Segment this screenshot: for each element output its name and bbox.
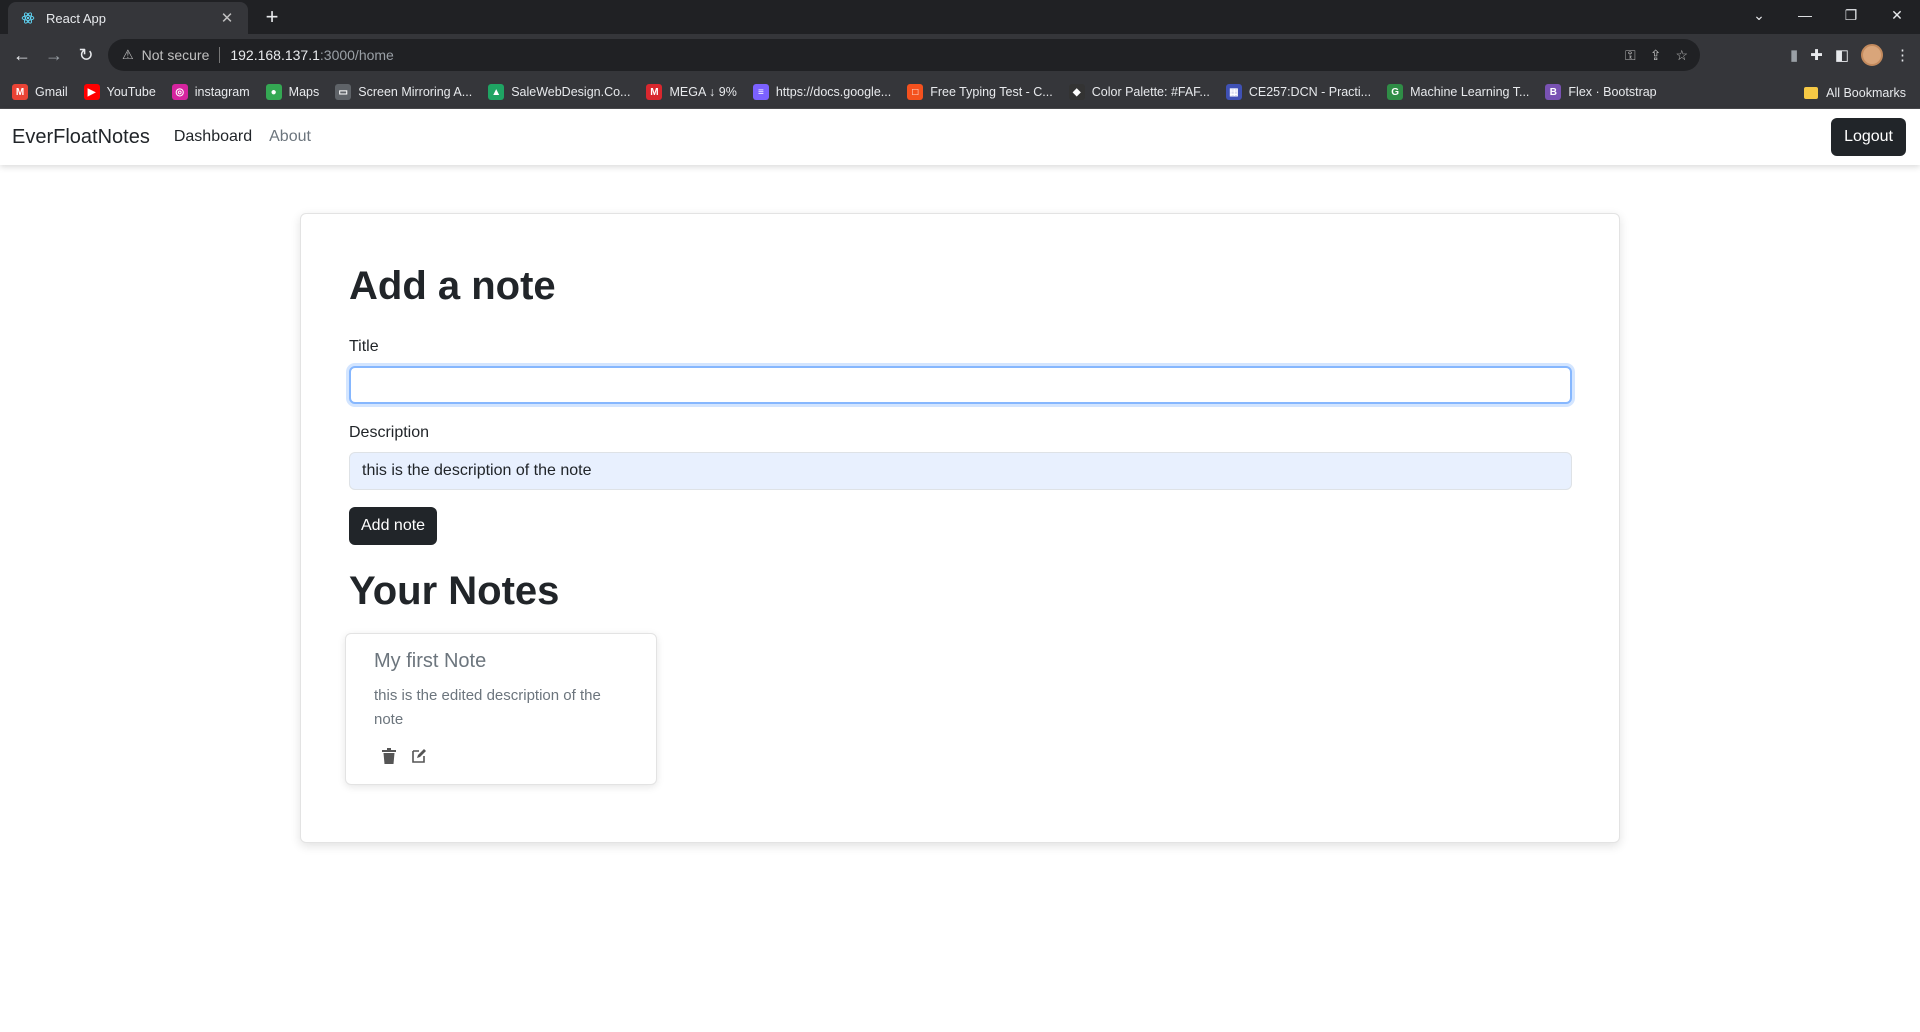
bookmark-label: MEGA ↓ 9% bbox=[669, 85, 737, 99]
extension-pin-icon[interactable]: ▮ bbox=[1790, 46, 1798, 64]
password-key-icon[interactable]: ⚿ bbox=[1625, 47, 1636, 64]
color-palette-icon: ◆ bbox=[1068, 84, 1085, 100]
profile-avatar[interactable] bbox=[1861, 44, 1883, 66]
nav-link-dashboard[interactable]: Dashboard bbox=[174, 128, 252, 146]
brand-logo[interactable]: EverFloatNotes bbox=[12, 126, 150, 149]
geeksforgeeks-icon: G bbox=[1387, 84, 1404, 100]
title-label: Title bbox=[349, 338, 379, 355]
google-drive-icon: ▲ bbox=[488, 84, 505, 100]
bookmark-item[interactable]: ▶ YouTube bbox=[83, 84, 156, 100]
bookmark-label: SaleWebDesign.Co... bbox=[511, 85, 631, 99]
close-window-icon[interactable]: ✕ bbox=[1874, 0, 1920, 30]
bookmark-item[interactable]: ◎ instagram bbox=[171, 84, 250, 100]
tab-title: React App bbox=[46, 10, 106, 26]
url-path: :3000/home bbox=[319, 47, 394, 63]
instagram-icon: ◎ bbox=[171, 84, 188, 100]
edit-icon[interactable] bbox=[410, 747, 428, 765]
description-label: Description bbox=[349, 424, 430, 441]
logout-button[interactable]: Logout bbox=[1831, 118, 1906, 156]
youtube-icon: ▶ bbox=[83, 84, 100, 100]
back-icon[interactable]: ← bbox=[8, 42, 36, 68]
bookmark-label: Maps bbox=[288, 85, 320, 99]
bookmark-label: YouTube bbox=[106, 85, 156, 99]
bookmark-item[interactable]: □ Free Typing Test - C... bbox=[907, 84, 1053, 100]
description-input[interactable]: this is the description of the note bbox=[349, 452, 1572, 490]
bookmark-item[interactable]: ● Maps bbox=[265, 84, 320, 100]
gmail-icon: M bbox=[12, 84, 28, 100]
note-title: My first Note bbox=[374, 650, 487, 672]
bootstrap-icon: B bbox=[1545, 84, 1562, 100]
bookmark-star-icon[interactable]: ☆ bbox=[1675, 47, 1688, 64]
browser-menu-icon[interactable]: ⋮ bbox=[1895, 46, 1910, 64]
bookmark-item[interactable]: ≡ https://docs.google... bbox=[752, 84, 892, 100]
bookmark-label: https://docs.google... bbox=[775, 85, 892, 99]
bookmark-label: Free Typing Test - C... bbox=[930, 85, 1053, 99]
extensions-puzzle-icon[interactable]: ✚ bbox=[1810, 46, 1823, 64]
your-notes-heading: Your Notes bbox=[349, 569, 560, 613]
bookmark-item[interactable]: M Gmail bbox=[12, 84, 68, 100]
bookmark-item[interactable]: G Machine Learning T... bbox=[1387, 84, 1529, 100]
bookmark-label: Color Palette: #FAF... bbox=[1091, 85, 1210, 99]
trash-icon[interactable] bbox=[380, 747, 398, 765]
warning-icon: ⚠ bbox=[122, 47, 134, 62]
bookmark-item[interactable]: ◆ Color Palette: #FAF... bbox=[1068, 84, 1210, 100]
bookmark-item[interactable]: ▲ SaleWebDesign.Co... bbox=[488, 84, 630, 100]
add-note-button[interactable]: Add note bbox=[349, 507, 438, 545]
folder-icon bbox=[1804, 86, 1819, 99]
minimize-icon[interactable]: — bbox=[1782, 0, 1828, 30]
typing-test-icon: □ bbox=[907, 84, 924, 100]
bookmark-item[interactable]: B Flex · Bootstrap bbox=[1545, 84, 1657, 100]
restore-icon[interactable]: ❐ bbox=[1828, 0, 1874, 30]
browser-tab-strip: React App ✕ + ⌄ — ❐ ✕ bbox=[0, 0, 1920, 34]
bookmark-item[interactable]: ▦ CE257:DCN - Practi... bbox=[1225, 84, 1372, 100]
bookmark-label: instagram bbox=[194, 85, 250, 99]
google-docs-icon: ≡ bbox=[752, 84, 769, 100]
omnibox-divider bbox=[219, 47, 221, 63]
nav-link-about[interactable]: About bbox=[269, 128, 311, 146]
close-tab-icon[interactable]: ✕ bbox=[218, 9, 236, 27]
browser-tab[interactable]: React App ✕ bbox=[8, 2, 248, 34]
all-bookmarks-label: All Bookmarks bbox=[1826, 85, 1906, 100]
bookmark-item[interactable]: M MEGA ↓ 9% bbox=[646, 84, 737, 100]
bookmark-label: CE257:DCN - Practi... bbox=[1248, 85, 1372, 99]
address-bar[interactable]: ⚠ Not secure 192.168.137.1 :3000/home ⚿ … bbox=[108, 39, 1700, 71]
react-icon bbox=[20, 10, 36, 26]
url-host: 192.168.137.1 bbox=[230, 47, 320, 63]
bookmark-label: Gmail bbox=[35, 85, 68, 99]
forward-icon[interactable]: → bbox=[40, 42, 68, 68]
app-navbar: EverFloatNotes Dashboard About Logout bbox=[0, 109, 1920, 165]
add-note-heading: Add a note bbox=[349, 264, 556, 308]
not-secure-label[interactable]: Not secure bbox=[142, 47, 210, 63]
note-description: this is the edited description of the no… bbox=[374, 687, 601, 728]
share-icon[interactable]: ⇪ bbox=[1650, 47, 1662, 64]
maps-icon: ● bbox=[265, 84, 282, 100]
ce257-icon: ▦ bbox=[1225, 84, 1242, 100]
bookmark-label: Flex · Bootstrap bbox=[1568, 85, 1657, 99]
bookmark-label: Screen Mirroring A... bbox=[358, 85, 473, 99]
reload-icon[interactable]: ↻ bbox=[72, 42, 100, 68]
bookmark-item[interactable]: ▭ Screen Mirroring A... bbox=[335, 84, 472, 100]
all-bookmarks-button[interactable]: All Bookmarks bbox=[1804, 76, 1906, 109]
bookmarks-bar: M Gmail ▶ YouTube ◎ instagram ● Maps ▭ Screen Mir… bbox=[0, 76, 1920, 109]
tab-search-icon[interactable]: ⌄ bbox=[1736, 0, 1782, 30]
mega-icon: M bbox=[646, 84, 663, 100]
note-card: My first Note this is the edited descrip… bbox=[345, 633, 657, 785]
main-card: Add a note Title Description this is the… bbox=[300, 213, 1620, 843]
bookmark-label: Machine Learning T... bbox=[1410, 85, 1530, 99]
browser-toolbar: ← → ↻ ⚠ Not secure 192.168.137.1 :3000/h… bbox=[0, 34, 1920, 76]
screen-mirroring-icon: ▭ bbox=[335, 84, 352, 100]
new-tab-button[interactable]: + bbox=[258, 5, 286, 29]
side-panel-icon[interactable]: ◧ bbox=[1835, 46, 1849, 64]
title-input[interactable] bbox=[349, 366, 1572, 404]
